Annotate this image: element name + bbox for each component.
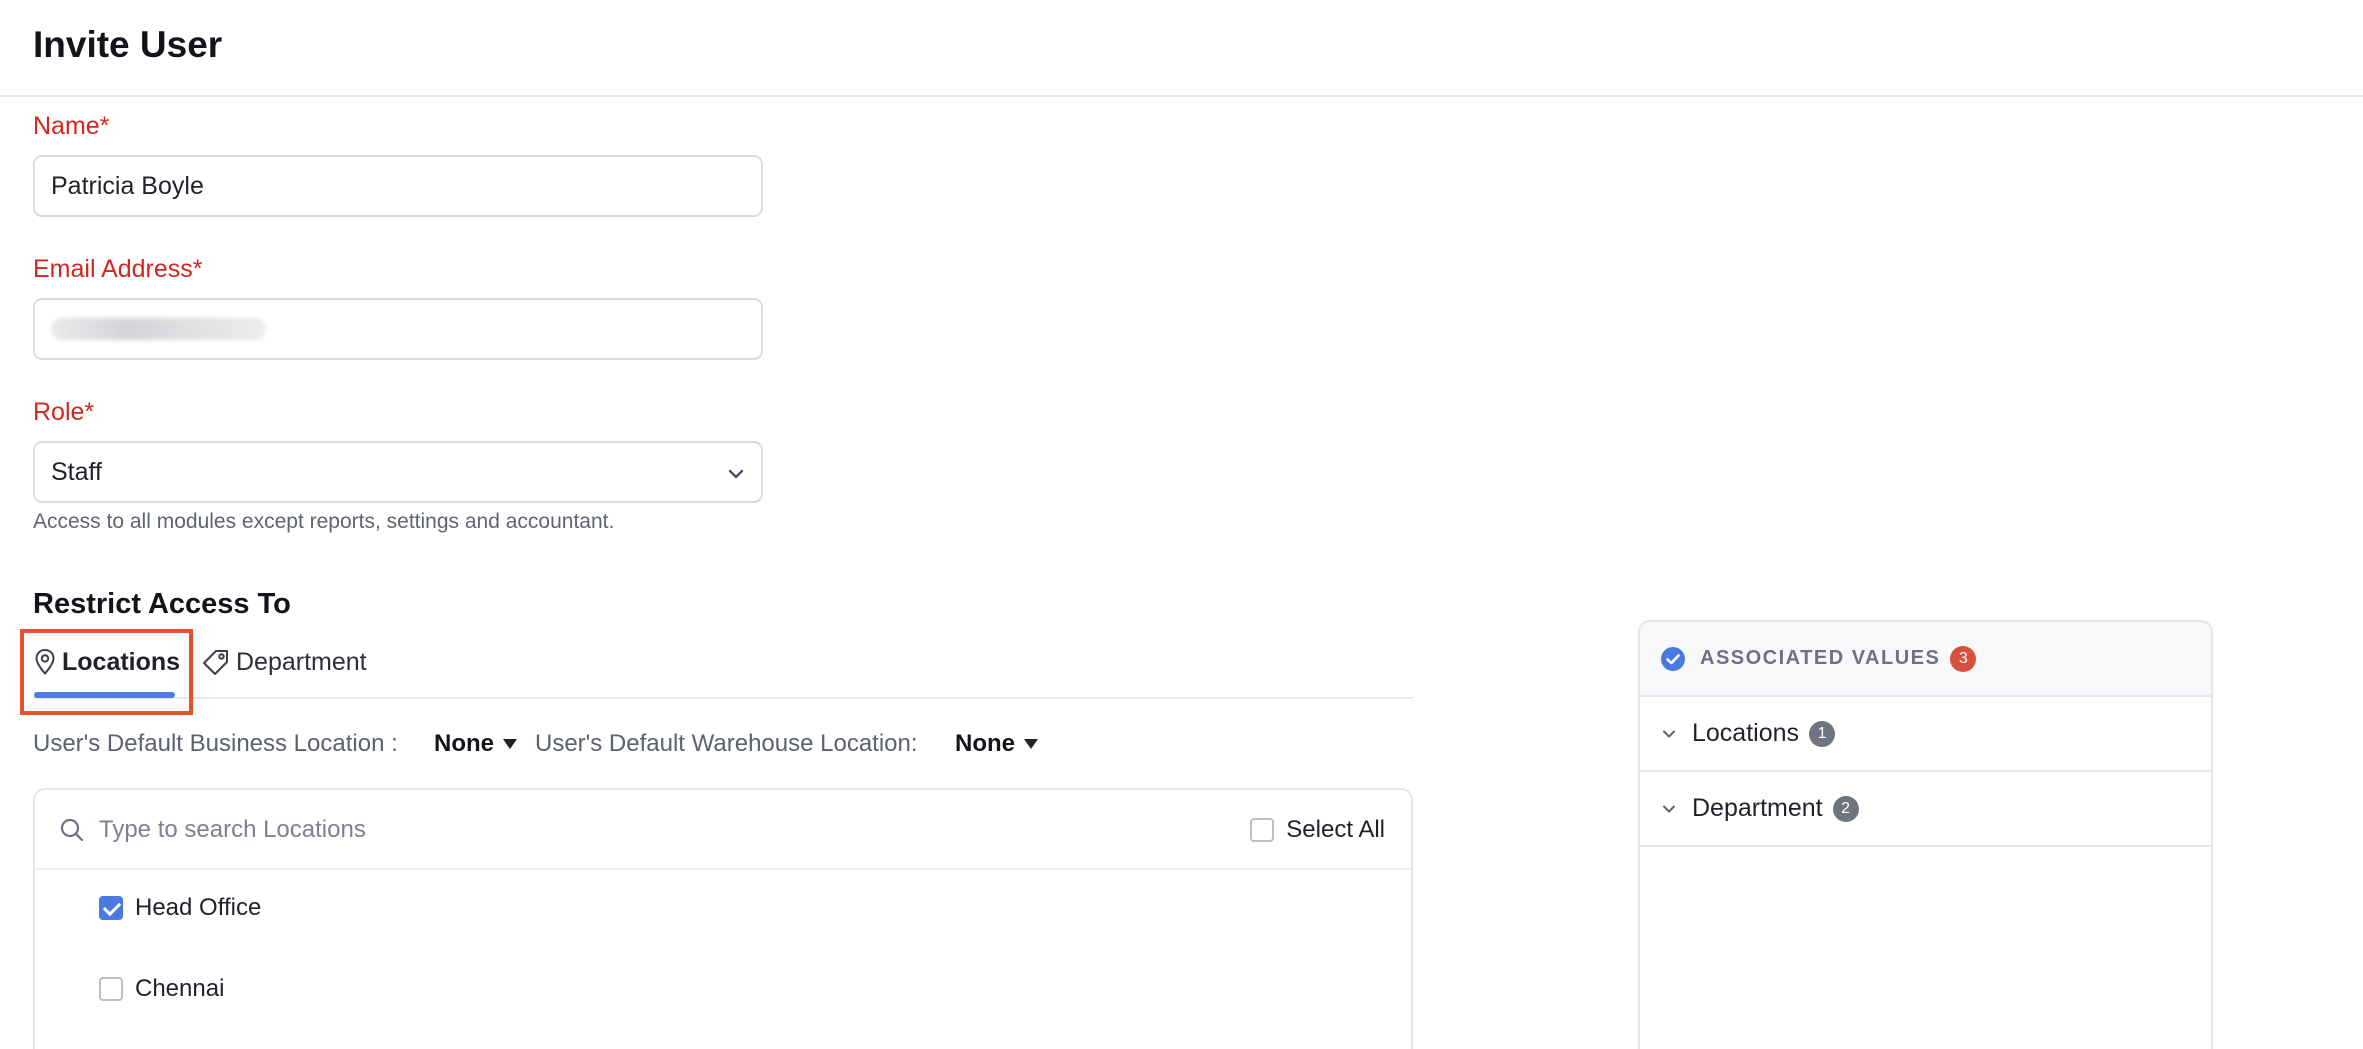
caret-down-icon <box>1024 739 1038 749</box>
page-header: Invite User <box>0 0 2363 97</box>
role-select[interactable]: Staff <box>33 441 763 503</box>
caret-down-icon <box>503 739 517 749</box>
search-icon <box>60 818 84 842</box>
default-business-location: User's Default Business Location : <box>33 727 398 761</box>
associated-row-locations[interactable]: Locations 1 <box>1640 697 2211 772</box>
chevron-down-icon <box>1663 730 1675 737</box>
role-hint: Access to all modules except reports, se… <box>33 510 615 533</box>
default-warehouse-location-label: User's Default Warehouse Location: <box>535 730 918 757</box>
location-item-label: Head Office <box>135 894 262 921</box>
default-warehouse-location-value: None <box>955 730 1015 757</box>
chevron-down-icon <box>728 469 744 479</box>
tag-icon <box>203 650 228 675</box>
select-all-label: Select All <box>1286 816 1385 843</box>
tab-department[interactable]: Department <box>202 642 367 682</box>
associated-values-panel: ASSOCIATED VALUES 3 Locations 1 Departme… <box>1638 620 2213 1049</box>
default-warehouse-location: User's Default Warehouse Location: <box>535 727 918 761</box>
default-warehouse-location-dropdown[interactable]: None <box>955 727 1038 761</box>
locations-search-input[interactable] <box>99 810 699 850</box>
select-all-box[interactable] <box>1250 818 1275 842</box>
name-input[interactable]: Patricia Boyle <box>33 155 763 217</box>
associated-values-title: ASSOCIATED VALUES <box>1700 647 1941 669</box>
locations-search-bar: Select All <box>35 790 1411 870</box>
location-item-chennai[interactable]: Chennai <box>99 971 224 1007</box>
default-warehouse-location-value-wrap: None <box>955 730 1038 758</box>
tab-department-label: Department <box>236 647 367 676</box>
associated-row-label: Department <box>1692 794 1823 822</box>
email-label: Email Address* <box>33 255 203 283</box>
tab-highlight-box <box>20 629 193 715</box>
email-input[interactable] <box>33 298 763 360</box>
chevron-down-icon <box>1663 805 1675 812</box>
location-checkbox-checked[interactable] <box>99 896 123 920</box>
default-business-location-dropdown[interactable]: None <box>434 727 517 761</box>
default-business-location-value-wrap: None <box>434 730 517 758</box>
associated-row-count-badge: 2 <box>1832 795 1859 822</box>
email-value-redacted <box>51 318 266 340</box>
role-label: Role* <box>33 398 95 426</box>
location-item-label: Chennai <box>135 975 225 1002</box>
name-label: Name* <box>33 112 110 140</box>
page-title: Invite User <box>33 24 223 65</box>
location-checkbox[interactable] <box>99 977 123 1001</box>
default-business-location-label: User's Default Business Location : <box>33 730 398 757</box>
associated-row-count-badge: 1 <box>1809 720 1836 747</box>
check-circle-icon <box>1661 646 1685 671</box>
role-value: Staff <box>51 457 102 486</box>
associated-row-department[interactable]: Department 2 <box>1640 772 2211 847</box>
tabs-divider <box>33 697 1413 699</box>
location-item-head-office[interactable]: Head Office <box>99 890 261 926</box>
restrict-access-title: Restrict Access To <box>33 588 291 620</box>
associated-values-header: ASSOCIATED VALUES 3 <box>1640 622 2211 697</box>
select-all-checkbox[interactable]: Select All <box>1250 812 1385 848</box>
locations-list-panel: Select All Head Office Chennai <box>33 788 1413 1049</box>
default-business-location-value: None <box>434 730 494 757</box>
associated-row-label: Locations <box>1692 719 1800 747</box>
name-value: Patricia Boyle <box>51 171 204 200</box>
associated-values-count-badge: 3 <box>1950 645 1977 672</box>
